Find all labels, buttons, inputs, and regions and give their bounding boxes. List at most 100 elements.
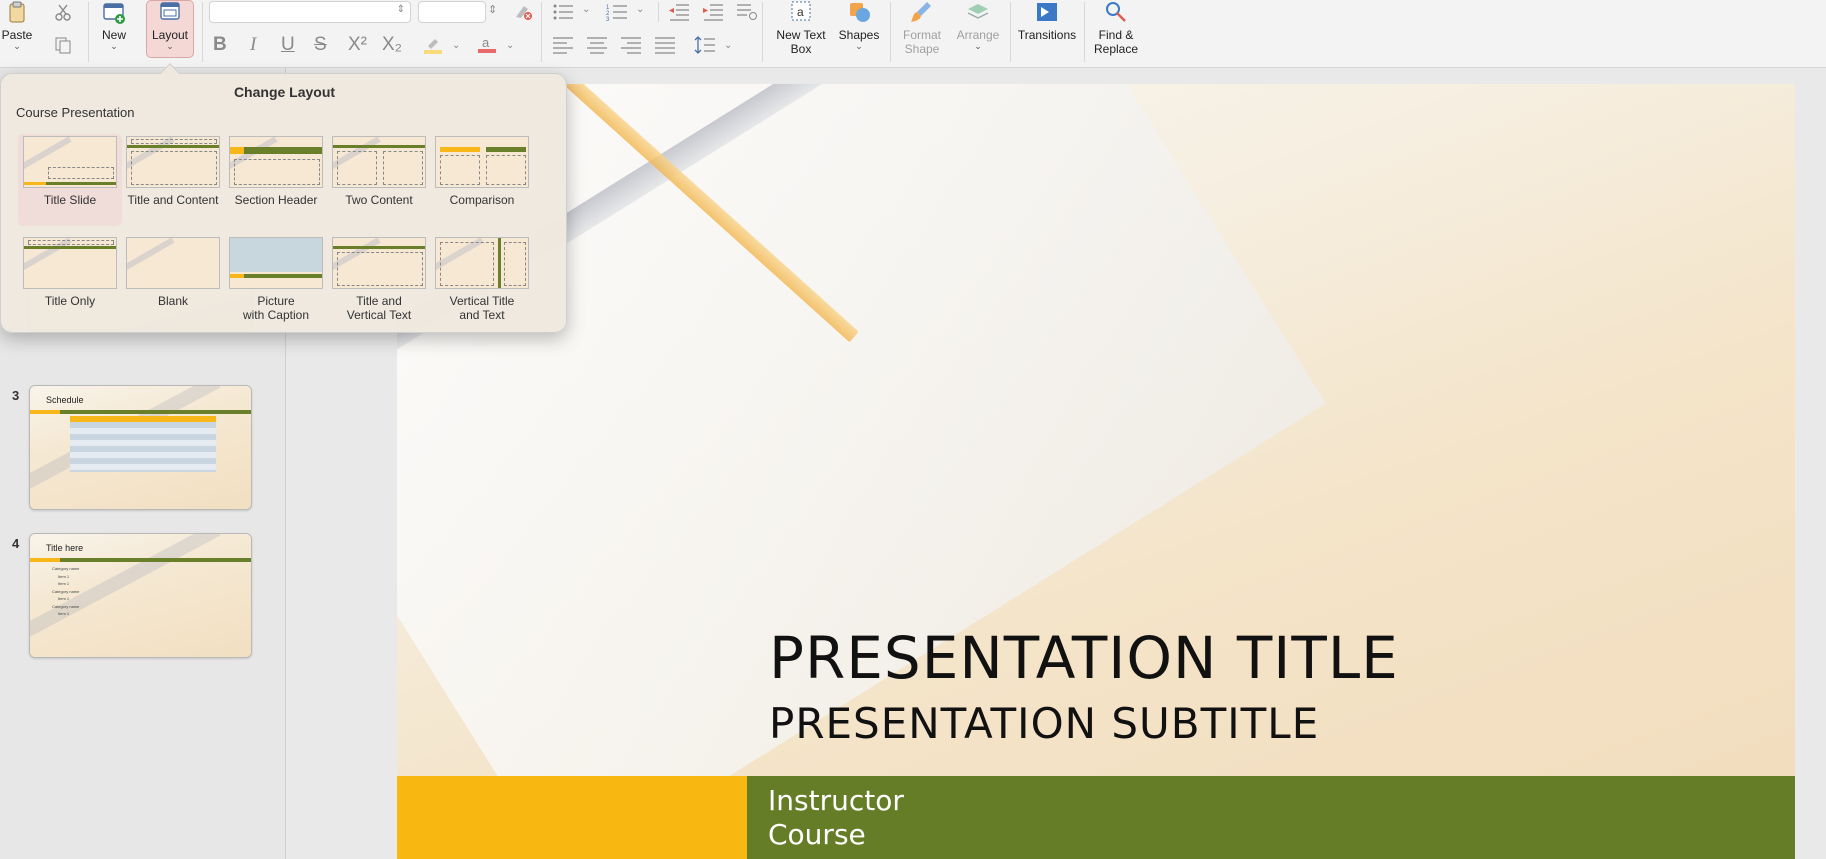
orange-band [397, 776, 747, 859]
justify-icon[interactable] [654, 36, 676, 54]
format-shape-button[interactable]: Format Shape [898, 0, 946, 56]
accent-bar [30, 410, 60, 414]
font-name-combo[interactable]: ⇕ [209, 1, 411, 23]
layout-label-line1: Vertical Title [449, 294, 515, 308]
underline-button[interactable]: U [281, 34, 295, 56]
strikethrough-button[interactable]: S [314, 34, 327, 56]
font-color-icon[interactable]: a [476, 35, 498, 53]
separator [658, 2, 659, 22]
align-left-icon[interactable] [552, 36, 574, 54]
line-spacing-icon[interactable] [694, 36, 716, 54]
italic-button[interactable]: I [250, 34, 256, 56]
stepper-icon: ⇕ [396, 4, 405, 15]
layout-label: Blank [157, 294, 189, 308]
chevron-down-icon: ⌄ [166, 41, 174, 51]
shapes-button[interactable]: Shapes ⌄ [836, 0, 882, 51]
thumb-text: Item 1 [58, 611, 70, 616]
numbering-icon[interactable]: 123 [606, 3, 628, 21]
font-size-stepper-icon[interactable]: ⇕ [488, 3, 497, 16]
layout-group-label: Course Presentation [16, 105, 135, 120]
thumb-title: Schedule [46, 395, 84, 405]
shapes-icon [850, 3, 870, 22]
accent-bar [60, 558, 251, 562]
separator [1010, 2, 1011, 62]
layout-title-only[interactable]: Title Only [20, 237, 120, 308]
separator [88, 2, 89, 62]
decrease-indent-icon[interactable] [668, 3, 690, 21]
slide-title[interactable]: PRESENTATION TITLE [769, 624, 1399, 692]
layout-preview [229, 237, 323, 289]
slide-thumbnail-3[interactable]: Schedule [29, 385, 252, 510]
paragraph-settings-icon[interactable] [736, 3, 758, 21]
layout-label-line2: with Caption [242, 308, 310, 322]
layout-button[interactable]: Layout ⌄ [148, 0, 192, 51]
chevron-down-icon: ⌄ [974, 41, 982, 51]
instructor-text: Instructor [768, 784, 904, 817]
chevron-down-icon[interactable]: ⌄ [724, 40, 732, 51]
layout-comparison[interactable]: Comparison [432, 136, 532, 207]
find-replace-button[interactable]: Find & Replace [1092, 0, 1140, 56]
arrange-label: Arrange [956, 28, 1000, 42]
layout-section-header[interactable]: Section Header [226, 136, 326, 207]
green-band [747, 776, 1795, 859]
chevron-down-icon[interactable]: ⌄ [636, 4, 644, 15]
layout-two-content[interactable]: Two Content [329, 136, 429, 207]
popover-title: Change Layout [233, 84, 336, 100]
layout-title-and-vertical-text[interactable]: Title and Vertical Text [329, 237, 429, 322]
text-box-icon: a [791, 1, 811, 21]
bold-button[interactable]: B [213, 34, 227, 56]
separator [890, 2, 891, 62]
chevron-down-icon[interactable]: ⌄ [582, 4, 590, 15]
chevron-down-icon[interactable]: ⌄ [506, 40, 514, 51]
scissors-icon[interactable] [52, 4, 74, 22]
layout-label: Layout [151, 28, 189, 42]
slide-canvas[interactable]: PRESENTATION TITLE PRESENTATION SUBTITLE… [397, 84, 1795, 859]
layout-title-slide[interactable]: Title Slide [18, 134, 122, 226]
slide-thumbnail-4[interactable]: Title here Category name Item 1 Item 1 C… [29, 533, 252, 658]
clear-formatting-icon[interactable] [512, 3, 534, 21]
layout-title-and-content[interactable]: Title and Content [123, 136, 223, 207]
layout-blank[interactable]: Blank [123, 237, 223, 308]
layout-preview [126, 136, 220, 188]
thumb-text: Category name [52, 566, 80, 571]
course-text: Course [768, 818, 866, 851]
superscript-button[interactable]: X² [348, 34, 367, 56]
svg-text:3: 3 [606, 17, 610, 21]
paste-label: Paste [1, 28, 33, 42]
slide-subtitle[interactable]: PRESENTATION SUBTITLE [769, 699, 1319, 748]
transitions-button[interactable]: Transitions [1016, 0, 1078, 42]
arrange-button[interactable]: Arrange ⌄ [954, 0, 1002, 51]
bullets-icon[interactable] [552, 3, 574, 21]
svg-text:a: a [797, 5, 804, 19]
layout-picture-with-caption[interactable]: Picture with Caption [226, 237, 326, 322]
table-body [70, 422, 216, 472]
chevron-down-icon: ⌄ [855, 41, 863, 51]
align-right-icon[interactable] [620, 36, 642, 54]
layout-label: Comparison [449, 193, 515, 207]
thumb-text: Category name [52, 604, 80, 609]
subscript-button[interactable]: X₂ [382, 34, 402, 56]
instructor-course-textbox[interactable]: Instructor Course [768, 784, 904, 852]
layout-label-line2: Vertical Text [346, 308, 412, 322]
copy-icon[interactable] [52, 36, 74, 54]
new-text-box-button[interactable]: a New Text Box [772, 0, 830, 56]
increase-indent-icon[interactable] [702, 3, 724, 21]
paste-button[interactable]: Paste ⌄ [0, 0, 34, 51]
slide-number: 4 [12, 536, 20, 551]
highlighter-icon[interactable] [422, 36, 444, 54]
layout-preview [332, 136, 426, 188]
slide-number: 3 [12, 388, 20, 403]
find-replace-icon [1106, 2, 1126, 22]
clipboard-icon [9, 1, 25, 23]
font-size-combo[interactable] [418, 1, 486, 23]
chevron-down-icon[interactable]: ⌄ [452, 40, 460, 51]
layout-label: Section Header [234, 193, 318, 207]
layout-label-line1: Picture [257, 294, 295, 308]
layout-vertical-title-and-text[interactable]: Vertical Title and Text [432, 237, 532, 322]
layout-label: Title and Content [127, 193, 219, 207]
thumb-text: Item 1 [58, 574, 70, 579]
arrange-icon [967, 4, 989, 19]
layout-preview [23, 237, 117, 289]
align-center-icon[interactable] [586, 36, 608, 54]
new-slide-button[interactable]: New ⌄ [97, 0, 131, 51]
